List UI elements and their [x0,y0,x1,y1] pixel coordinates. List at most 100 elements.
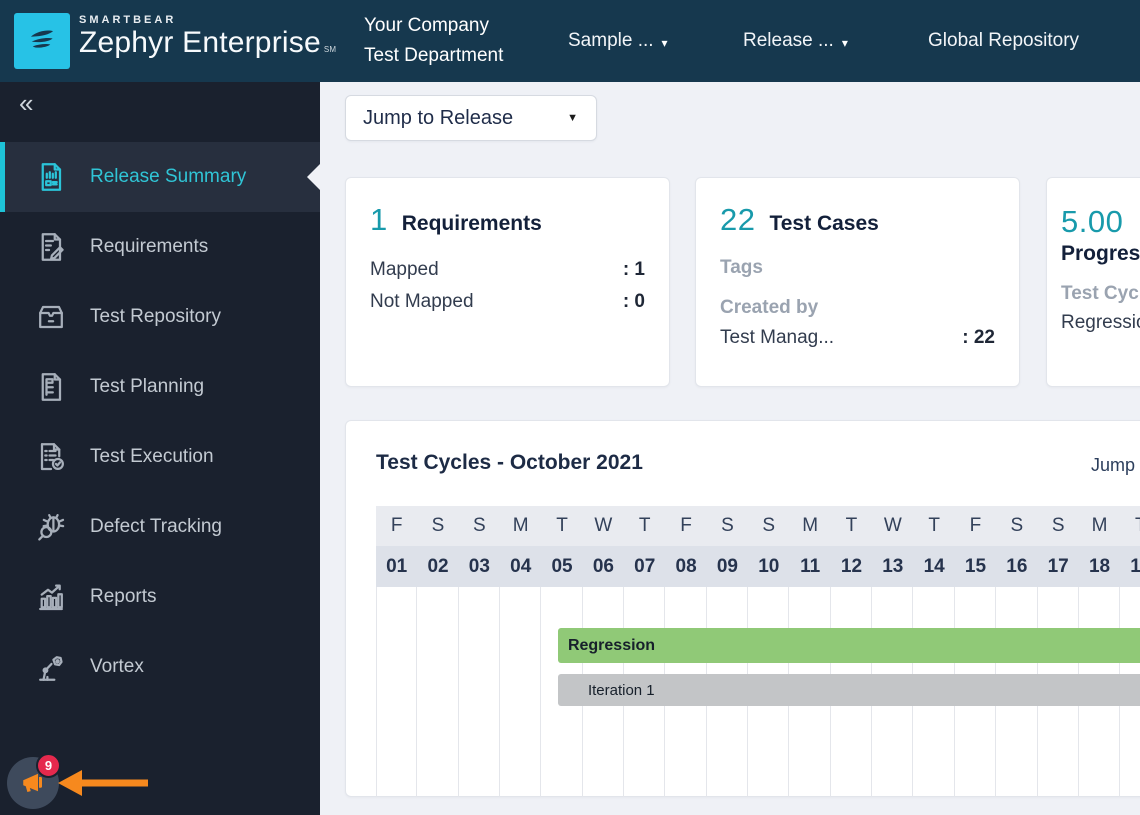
day-number-cell: 05 [551,556,573,577]
app-window: SMARTBEAR Zephyr Enterprise SM Your Compa… [0,0,1140,815]
gantt-bar-regression[interactable]: Regression [557,628,1140,663]
sidebar-item-release-summary[interactable]: Release Summary [0,142,320,212]
zephyr-wing-icon [30,30,54,48]
day-letter-cell: W [883,515,902,536]
sidebar-item-test-repository[interactable]: Test Repository [0,282,320,352]
day-number-cell: 19 [1130,556,1140,577]
nav-release-label: Release ... [743,30,834,51]
top-header: SMARTBEAR Zephyr Enterprise SM Your Compa… [0,0,1140,82]
zephyr-logo[interactable] [14,13,70,69]
chevron-down-icon: ▾ [661,35,668,50]
gantt-day-numbers-row: 01 02 03 04 05 06 07 08 09 10 11 12 13 14 15 16 17 18 19 [376,546,1140,587]
day-number-cell: 10 [758,556,780,577]
mapped-row: Mapped : 1 [370,254,645,286]
sidebar-item-test-planning[interactable]: Test Planning [0,352,320,422]
mapped-label: Mapped [370,259,439,280]
gantt-grid: Regression Iteration 1 [376,587,1140,797]
not-mapped-row: Not Mapped : 0 [370,286,645,318]
defect-tracking-icon [33,509,69,545]
org-line1: Your Company [364,15,489,36]
progress-card: 5.00 Progress Test Cycles Regression [1046,177,1140,387]
day-number-cell: 18 [1088,556,1111,577]
day-number-cell: 03 [468,556,490,577]
created-by-value: : 22 [962,327,995,348]
jump-to-release-label: Jump to Release [363,106,514,129]
gantt-day-letters-row: FSSMTWTFSSMTWTFSSMT [376,506,1140,546]
sidebar-item-test-execution[interactable]: Test Execution [0,422,320,492]
sidebar-item-label: Defect Tracking [90,516,222,537]
org-block: Your Company Test Department [364,11,503,71]
test-cases-card: 22 Test Cases Tags Created by Test Manag… [695,177,1020,387]
day-letter-cell: F [680,515,692,536]
day-number-cell: 07 [634,556,656,577]
grid-column [500,587,542,797]
brand-sm-mark: SM [323,45,337,54]
not-mapped-label: Not Mapped [370,291,474,312]
grid-column [459,587,501,797]
test-repository-icon [33,299,69,335]
day-number-cell: 01 [386,556,408,577]
brand-block: SMARTBEAR Zephyr Enterprise SM [79,14,336,67]
progress-value: 5.00 [1061,204,1124,239]
created-by-heading: Created by [720,297,819,318]
chevron-down-icon: ▾ [841,35,848,50]
day-letter-cell: M [1091,515,1108,536]
day-letter-cell: S [431,515,445,536]
nav-global-repository-label: Global Repository [928,30,1080,51]
nav-sample-dropdown[interactable]: Sample ... ▾ [568,0,668,82]
day-number-cell: 16 [1006,556,1028,577]
jump-to-release-dropdown[interactable]: Jump to Release ▼ [345,95,597,141]
chevron-down-icon: ▼ [567,112,578,124]
day-number-cell: 06 [592,556,614,577]
day-number-cell: 14 [923,556,945,577]
sidebar-item-requirements[interactable]: Requirements [0,212,320,282]
day-letter-cell: S [1010,515,1024,536]
day-letter-cell: S [721,515,734,536]
sidebar-item-reports[interactable]: Reports [0,562,320,632]
day-letter-cell: S [762,515,776,536]
sidebar-item-vortex[interactable]: Vortex [0,632,320,702]
requirements-card-title: Requirements [401,212,542,235]
test-cycles-title: Test Cycles - October 2021 [376,451,643,474]
day-letter-cell: M [802,515,819,536]
test-execution-icon [33,439,69,475]
created-by-label: Test Manag... [720,327,835,348]
day-letter-cell: T [928,515,940,536]
mapped-value: : 1 [622,259,645,280]
sidebar: « Release Summary Requirements Test Reposi… [0,82,320,815]
brand-smartbear: SMARTBEAR [79,14,177,26]
day-number-cell: 15 [964,556,987,577]
nav-global-repository[interactable]: Global Repository [928,0,1079,82]
grid-column [376,587,418,797]
test-cases-card-title: Test Cases [769,212,879,235]
day-letter-cell: S [473,515,486,536]
sidebar-item-label: Test Execution [90,446,214,467]
progress-card-title: Progress [1061,242,1140,265]
sidebar-item-label: Requirements [90,236,209,257]
day-number-cell: 17 [1047,556,1069,577]
tags-heading: Tags [720,257,763,278]
sidebar-nav: Release Summary Requirements Test Reposito… [0,142,320,702]
day-number-cell: 08 [675,556,697,577]
nav-release-dropdown[interactable]: Release ... ▾ [743,0,848,82]
requirements-icon [33,229,69,265]
day-letter-cell: T [1120,506,1140,546]
grid-column [417,587,459,797]
day-letter-cell: W [594,515,613,536]
day-letter-cell: F [969,515,982,536]
sidebar-collapse-button[interactable]: « [19,90,33,116]
requirements-card: 1 Requirements Mapped : 1 Not Mapped : 0 [345,177,670,387]
day-number-cell: 02 [427,556,449,577]
day-letter-cell: F [390,515,403,536]
gantt-calendar: FSSMTWTFSSMTWTFSSMT 01020304050607080910… [376,506,1140,797]
day-letter-cell: T [845,515,858,536]
gantt-bar-iteration-1[interactable]: Iteration 1 [557,674,1140,706]
sidebar-item-defect-tracking[interactable]: Defect Tracking [0,492,320,562]
main-content: Jump to Release ▼ 1 Requirements Mapped … [320,82,1140,815]
announcements-count-badge: 9 [36,753,61,778]
jump-to-link[interactable]: Jump to [1091,455,1140,476]
day-number-cell: 13 [882,556,904,577]
day-number-cell: 04 [510,556,532,577]
test-cycles-heading: Test Cycles [1061,283,1140,304]
brand-product-name: Zephyr Enterprise SM [79,26,337,59]
